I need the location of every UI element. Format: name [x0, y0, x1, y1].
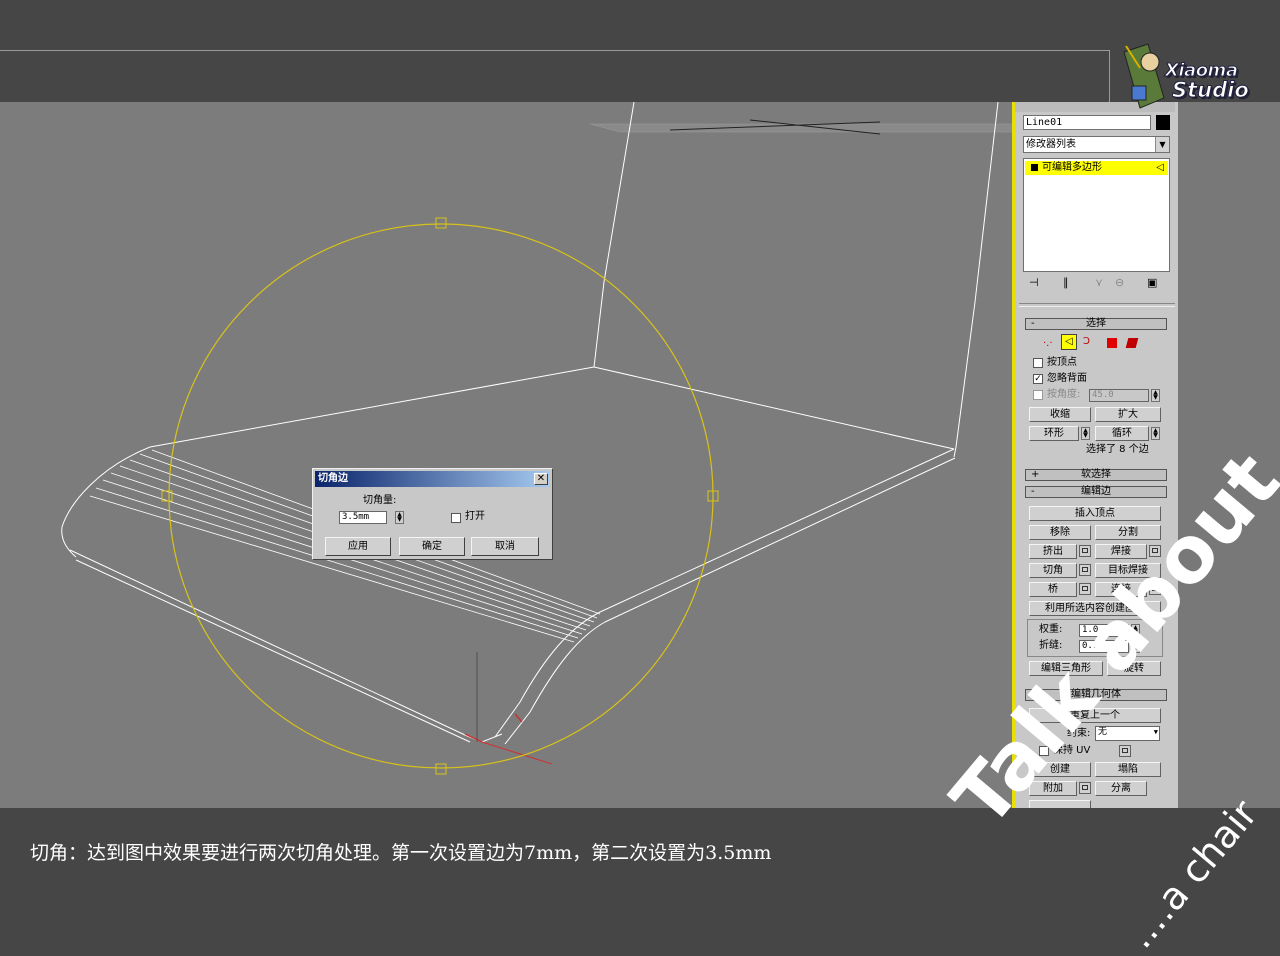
collapse-button[interactable]: 塌陷 — [1095, 762, 1161, 777]
pin-stack-icon[interactable]: ⊣ — [1029, 276, 1039, 289]
loop-spinner[interactable]: ▲ ▼ — [1151, 427, 1160, 440]
by-vertex-checkbox[interactable] — [1033, 358, 1043, 368]
stack-item-editable-poly[interactable]: 可编辑多边形 ◁ — [1025, 161, 1168, 175]
element-mode-icon[interactable] — [1125, 338, 1139, 348]
make-unique-icon[interactable]: ⋎ — [1095, 276, 1103, 289]
expand-icon[interactable] — [1031, 163, 1038, 171]
chamfer-amount-spinner[interactable]: ▲ ▼ — [395, 511, 404, 524]
open-checkbox[interactable] — [451, 513, 461, 523]
shrink-button[interactable]: 收缩 — [1029, 407, 1091, 422]
by-vertex-label: 按顶点 — [1047, 357, 1077, 368]
loop-button[interactable]: 循环 — [1095, 426, 1149, 441]
by-angle-label: 按角度: — [1047, 389, 1081, 400]
detach-button[interactable]: 分离 — [1095, 781, 1147, 796]
insert-vertex-button[interactable]: 插入顶点 — [1029, 506, 1161, 521]
chamfer-amount-input[interactable]: 3.5mm — [339, 511, 387, 524]
modifier-list-dropdown[interactable]: 修改器列表 ▼ — [1023, 136, 1170, 153]
vertex-mode-icon[interactable]: ·.· — [1043, 338, 1053, 350]
preserve-uv-settings-icon[interactable] — [1119, 745, 1131, 757]
object-name-field[interactable]: Line01 — [1023, 115, 1151, 130]
object-color-swatch[interactable] — [1156, 115, 1170, 130]
chamfer-amount-label: 切角量: — [363, 495, 397, 506]
close-icon[interactable]: ✕ — [534, 473, 548, 485]
selection-status: 选择了 8 个边 — [1086, 444, 1149, 455]
ring-spinner[interactable]: ▲ ▼ — [1081, 427, 1090, 440]
bottom-band — [0, 808, 1280, 945]
top-divider-line — [0, 50, 1110, 51]
remove-button[interactable]: 移除 — [1029, 525, 1091, 540]
chevron-down-icon[interactable]: ▼ — [1154, 727, 1158, 738]
viewport[interactable] — [0, 102, 1012, 808]
chamfer-settings-icon[interactable] — [1079, 564, 1091, 576]
bridge-settings-icon[interactable] — [1079, 583, 1091, 595]
stack-toolbar: ⊣ ∥ ⋎ ⊖ ▣ — [1023, 276, 1170, 294]
dialog-titlebar[interactable]: 切角边 ✕ — [315, 471, 550, 487]
wireframe-scene — [61, 102, 1012, 775]
extrude-settings-icon[interactable] — [1079, 545, 1091, 557]
tutorial-caption: 切角：达到图中效果要进行两次切角处理。第一次设置边为7mm，第二次设置为3.5m… — [30, 842, 772, 864]
open-label: 打开 — [465, 511, 485, 522]
edit-edges-rollout-header[interactable]: - 编辑边 — [1025, 486, 1167, 498]
cancel-button[interactable]: 取消 — [471, 537, 539, 556]
grow-button[interactable]: 扩大 — [1095, 407, 1161, 422]
extrude-button[interactable]: 挤出 — [1029, 544, 1077, 559]
dialog-title: 切角边 — [318, 473, 348, 484]
polygon-mode-icon[interactable] — [1107, 338, 1117, 348]
logo-text-line2: Studio — [1172, 78, 1250, 103]
modifier-stack[interactable]: 可编辑多边形 ◁ — [1023, 158, 1170, 272]
ignore-backfacing-checkbox[interactable]: ✓ — [1033, 374, 1043, 384]
by-angle-checkbox[interactable] — [1033, 390, 1043, 400]
ok-button[interactable]: 确定 — [399, 537, 465, 556]
apply-button[interactable]: 应用 — [325, 537, 391, 556]
bridge-button[interactable]: 桥 — [1029, 582, 1077, 597]
chamfer-edges-dialog: 切角边 ✕ 切角量: 3.5mm ▲ ▼ 打开 应用 确定 取消 — [312, 468, 553, 560]
configure-sets-icon[interactable]: ▣ — [1147, 276, 1157, 289]
by-angle-spinner[interactable]: ▲ ▼ — [1151, 389, 1160, 402]
soft-selection-rollout-header[interactable]: + 软选择 — [1025, 469, 1167, 481]
top-band — [0, 0, 1280, 102]
show-end-result-icon[interactable]: ∥ — [1063, 276, 1069, 289]
constraint-dropdown[interactable]: 无 ▼ — [1095, 726, 1160, 741]
stack-item-label: 可编辑多边形 — [1042, 162, 1102, 173]
by-angle-input[interactable]: 45.0 — [1089, 389, 1149, 402]
ignore-backfacing-label: 忽略背面 — [1047, 373, 1087, 384]
edge-subobject-icon: ◁ — [1156, 162, 1164, 173]
weight-label: 权重: — [1039, 624, 1063, 635]
modifier-list-label: 修改器列表 — [1026, 139, 1076, 150]
selection-rollout-header[interactable]: - 选择 — [1025, 318, 1167, 330]
remove-modifier-icon[interactable]: ⊖ — [1115, 276, 1124, 289]
attach-settings-icon[interactable] — [1079, 782, 1091, 794]
ring-button[interactable]: 环形 — [1029, 426, 1079, 441]
chamfer-button[interactable]: 切角 — [1029, 563, 1077, 578]
edge-mode-icon[interactable]: ◁ — [1061, 334, 1077, 350]
panel-divider — [1019, 303, 1175, 307]
chevron-down-icon[interactable]: ▼ — [1155, 137, 1169, 152]
border-mode-icon[interactable]: Ↄ — [1083, 336, 1090, 348]
